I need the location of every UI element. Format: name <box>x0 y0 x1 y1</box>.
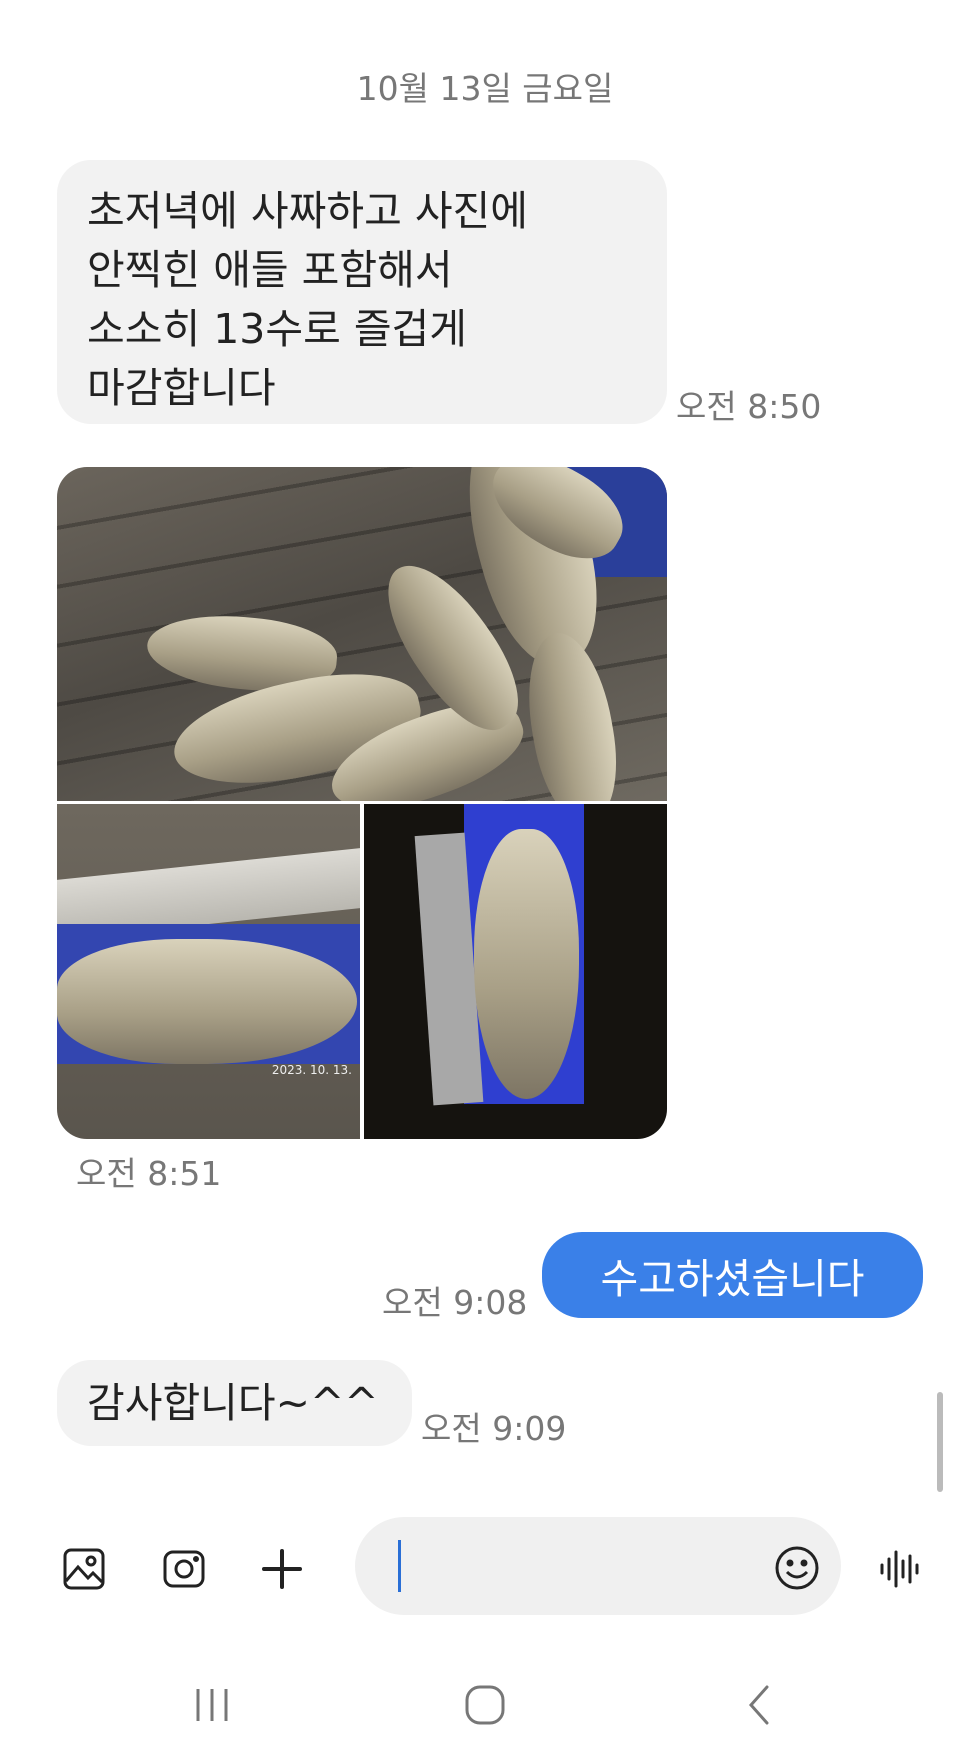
recent-apps-icon[interactable] <box>190 1680 234 1730</box>
message-line: 안찍힌 애들 포함해서 <box>87 246 453 294</box>
photo-fish-night[interactable] <box>364 804 667 1139</box>
home-icon[interactable] <box>461 1680 509 1730</box>
back-icon[interactable] <box>740 1680 780 1730</box>
message-timestamp: 오전 9:08 <box>382 1283 528 1322</box>
text-cursor <box>398 1540 401 1592</box>
gallery-icon[interactable] <box>60 1545 108 1593</box>
emoji-icon[interactable] <box>772 1543 822 1593</box>
message-timestamp: 오전 8:51 <box>76 1154 222 1193</box>
message-text: 수고하셨습니다 <box>600 1255 865 1303</box>
message-line: 마감합니다 <box>87 364 276 412</box>
plus-icon[interactable] <box>258 1545 306 1593</box>
camera-icon[interactable] <box>160 1545 208 1593</box>
photo-date-stamp: 2023. 10. 13. <box>271 1063 352 1077</box>
photo-message[interactable]: 2023. 10. 13. <box>57 467 667 1139</box>
message-line: 소소히 13수로 즐겁게 <box>87 305 467 353</box>
photo-fish-catch[interactable] <box>57 467 667 801</box>
system-navigation-bar <box>0 1660 970 1752</box>
message-line: 초저녁에 사짜하고 사진에 <box>87 187 528 235</box>
message-input[interactable] <box>355 1517 841 1615</box>
voice-icon[interactable] <box>876 1545 924 1593</box>
scrollbar-thumb[interactable] <box>937 1392 943 1492</box>
message-timestamp: 오전 9:09 <box>421 1409 567 1448</box>
message-timestamp: 오전 8:50 <box>676 387 822 426</box>
incoming-message-bubble[interactable]: 초저녁에 사짜하고 사진에 안찍힌 애들 포함해서 소소히 13수로 즐겁게 마… <box>57 160 667 424</box>
outgoing-message-bubble[interactable]: 수고하셨습니다 <box>542 1232 923 1318</box>
incoming-message-bubble[interactable]: 감사합니다~^^ <box>57 1360 412 1446</box>
date-separator: 10월 13일 금요일 <box>356 69 614 108</box>
photo-fish-measure[interactable]: 2023. 10. 13. <box>57 804 360 1139</box>
message-text: 감사합니다~^^ <box>87 1378 379 1427</box>
